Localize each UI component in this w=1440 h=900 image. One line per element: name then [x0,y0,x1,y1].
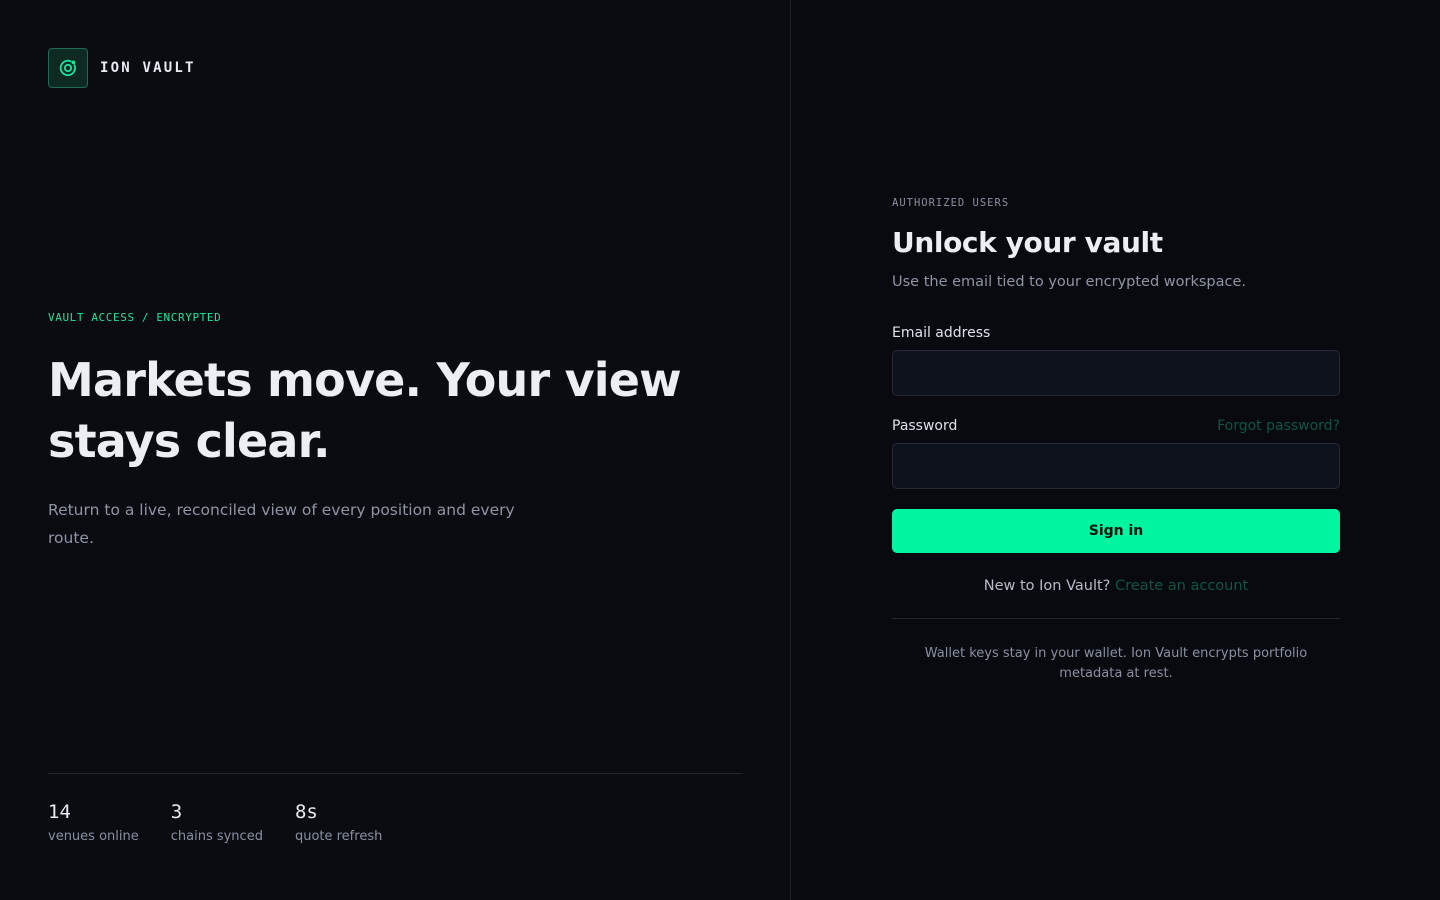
login-form: AUTHORIZED USERS Unlock your vault Use t… [892,197,1340,684]
create-account-link[interactable]: Create an account [1115,578,1248,594]
forgot-password-link[interactable]: Forgot password? [1217,418,1340,434]
stat-value: 8s [294,801,318,823]
stat-quote-refresh: 8s quote refresh [295,800,382,844]
atom-orbit-icon [48,48,88,88]
brand: ION VAULT [48,48,196,88]
login-page: ION VAULT VAULT ACCESS / ENCRYPTED Marke… [0,0,1440,900]
stat-venues: 14 venues online [48,800,139,844]
password-label: Password [892,418,958,434]
stat-chains: 3 chains synced [171,800,263,844]
hero-lead: Return to a live, reconciled view of eve… [48,501,515,547]
signup-row: New to Ion Vault? Create an account [892,578,1340,594]
stats-row: 14 venues online 3 chains synced 8s quot… [48,800,414,844]
stat-label: quote refresh [294,829,383,844]
stat-label: venues online [48,829,139,844]
hero-headline: Markets move. Your view stays clear. [48,353,682,468]
password-field[interactable] [892,443,1340,489]
security-note: Wallet keys stay in your wallet. Ion Vau… [924,646,1308,681]
form-subtitle: Use the email tied to your encrypted wor… [892,274,1247,290]
sign-in-button[interactable]: Sign in [892,509,1340,553]
stat-value: 14 [48,801,71,823]
signup-prompt: New to Ion Vault? [983,578,1111,594]
hero-panel: ION VAULT VAULT ACCESS / ENCRYPTED Marke… [0,0,791,900]
email-label-row: Email address [892,325,1340,341]
hero-eyebrow: VAULT ACCESS / ENCRYPTED [48,311,222,324]
email-field[interactable] [892,350,1340,396]
password-label-row: Password Forgot password? [892,418,1340,434]
stat-value: 3 [170,801,183,823]
email-label: Email address [892,325,991,341]
form-divider [892,618,1340,619]
login-panel: AUTHORIZED USERS Unlock your vault Use t… [792,0,1440,900]
stat-label: chains synced [170,829,263,844]
stats-divider [48,773,743,774]
form-kicker: AUTHORIZED USERS [892,197,1010,209]
form-title: Unlock your vault [892,226,1163,259]
brand-name: ION VAULT [100,60,196,76]
